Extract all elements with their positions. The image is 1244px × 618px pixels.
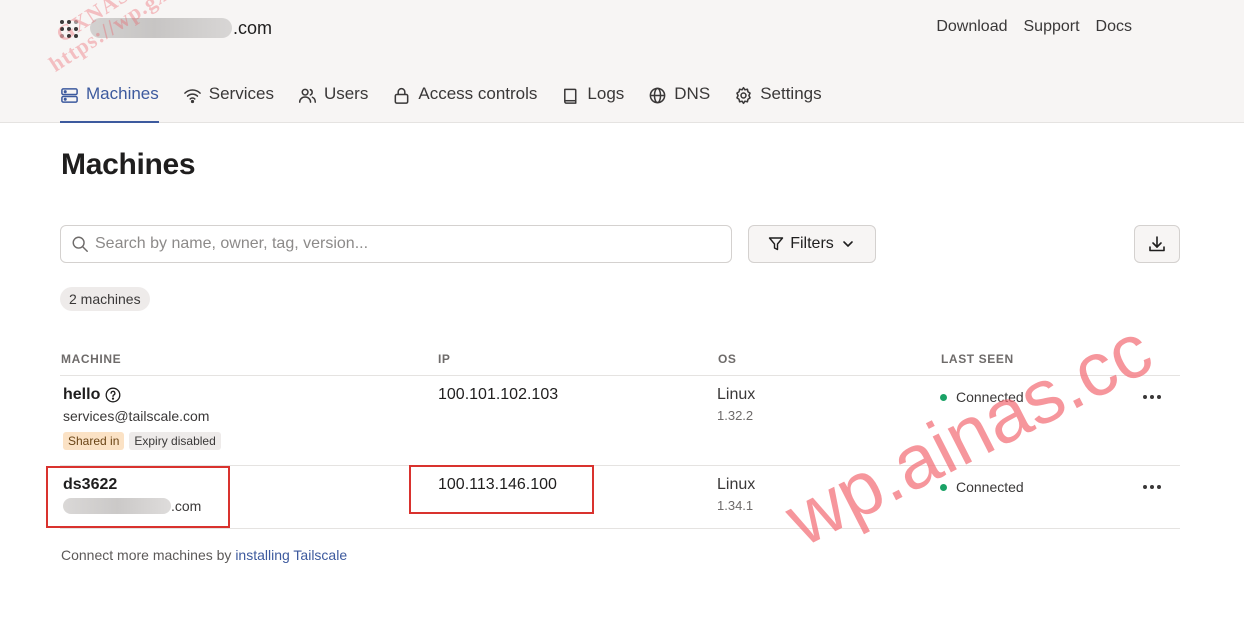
highlight-box-ip (409, 465, 594, 514)
help-icon[interactable] (105, 387, 121, 403)
machine-cell: hello services@tailscale.com Shared in E… (63, 386, 221, 450)
install-tailscale-link[interactable]: installing Tailscale (235, 547, 347, 563)
lock-icon (394, 87, 409, 104)
filters-button[interactable]: Filters (748, 225, 876, 263)
column-header-last-seen[interactable]: LAST SEEN (941, 352, 1014, 366)
row-menu-button[interactable] (1143, 482, 1165, 492)
filters-label: Filters (790, 235, 834, 252)
row-menu-button[interactable] (1143, 392, 1165, 402)
tab-settings[interactable]: Settings (734, 84, 822, 123)
chevron-down-icon (842, 241, 853, 248)
connect-more-note: Connect more machines by installing Tail… (61, 547, 347, 563)
export-button[interactable] (1134, 225, 1180, 263)
os-version: 1.32.2 (717, 408, 754, 423)
machine-owner: services@tailscale.com (63, 408, 210, 424)
column-header-os[interactable]: OS (718, 352, 737, 366)
gear-icon (736, 86, 752, 105)
os-name: Linux (717, 476, 756, 493)
shared-in-badge: Shared in (63, 432, 125, 450)
top-navigation: .com Download Support Docs Machines Serv… (0, 0, 1244, 123)
docs-link[interactable]: Docs (1096, 18, 1132, 36)
search-input[interactable] (95, 235, 715, 253)
support-link[interactable]: Support (1024, 18, 1080, 36)
globe-icon (649, 87, 666, 104)
tab-label: Access controls (418, 84, 538, 103)
tab-access-controls[interactable]: Access controls (392, 84, 537, 123)
wifi-icon (183, 89, 201, 104)
connect-more-text: Connect more machines by (61, 547, 236, 563)
tab-logs[interactable]: Logs (561, 84, 624, 123)
search-box[interactable] (60, 225, 732, 263)
search-icon (72, 236, 88, 252)
tab-label: DNS (674, 84, 711, 103)
tab-machines[interactable]: Machines (60, 84, 159, 123)
filter-icon (769, 237, 784, 251)
main-tabs: Machines Services Users Access controls … (60, 84, 822, 123)
tab-label: Machines (86, 84, 159, 103)
tab-services[interactable]: Services (183, 84, 274, 123)
os-cell: Linux 1.32.2 (717, 386, 755, 423)
tab-label: Settings (760, 84, 822, 103)
tailnet-name-suffix: .com (233, 17, 273, 38)
tab-users[interactable]: Users (298, 84, 368, 123)
machine-tags: Shared in Expiry disabled (63, 432, 221, 450)
download-link[interactable]: Download (936, 18, 1007, 36)
tab-dns[interactable]: DNS (648, 84, 710, 123)
os-version: 1.34.1 (717, 498, 754, 513)
machine-ip[interactable]: 100.101.102.103 (438, 386, 558, 404)
machine-count-badge: 2 machines (60, 287, 150, 311)
column-header-ip[interactable]: IP (438, 352, 451, 366)
book-icon (564, 88, 577, 104)
download-icon (1149, 236, 1165, 252)
os-name: Linux (717, 386, 756, 403)
expiry-disabled-badge: Expiry disabled (129, 432, 221, 450)
machine-name[interactable]: hello (63, 386, 100, 404)
column-header-machine[interactable]: MACHINE (61, 352, 121, 366)
highlight-box-machine (46, 466, 230, 528)
os-cell: Linux 1.34.1 (717, 476, 755, 513)
tab-label: Logs (587, 84, 625, 103)
tab-label: Users (323, 84, 369, 103)
header-links: Download Support Docs (936, 18, 1132, 36)
server-icon (61, 88, 78, 103)
page-title: Machines (61, 148, 196, 181)
users-icon (298, 88, 317, 103)
tab-label: Services (208, 84, 274, 103)
